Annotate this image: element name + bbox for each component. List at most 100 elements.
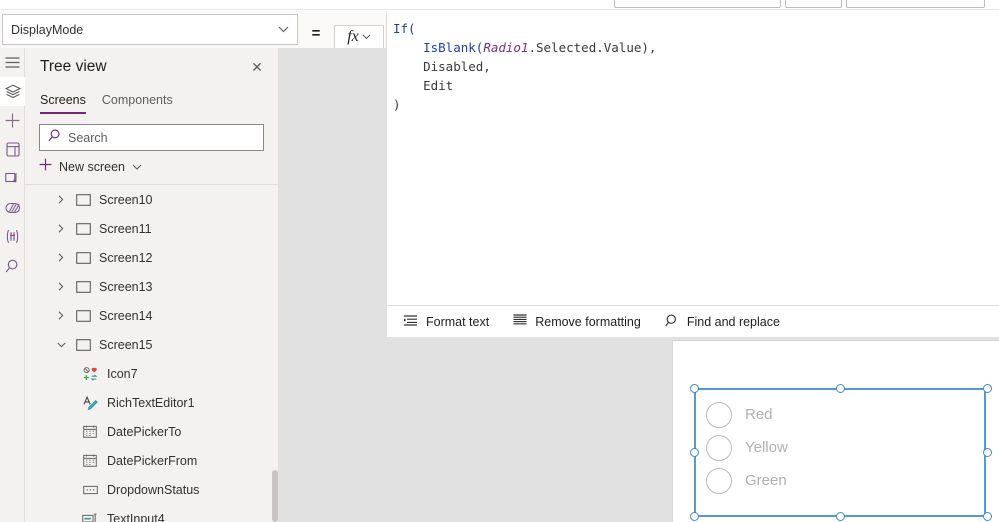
resize-handle-top-right[interactable] — [983, 384, 992, 393]
tree-view-layers-icon[interactable] — [0, 77, 25, 106]
media-icon[interactable] — [0, 164, 25, 193]
tree-view-header: Tree view ✕ — [25, 48, 278, 86]
tree-item-label: Screen14 — [99, 308, 153, 323]
screen-icon — [75, 251, 91, 264]
format-text-label: Format text — [426, 314, 490, 329]
toolbar-cutoff-button-2[interactable] — [785, 0, 842, 8]
tree-item-label: Screen10 — [99, 192, 153, 207]
tree-item-screen11[interactable]: Screen11 — [25, 214, 278, 243]
screen-icon — [75, 222, 91, 235]
tree-item-icon7[interactable]: Icon7 — [25, 359, 278, 388]
hamburger-menu-icon[interactable] — [0, 48, 25, 77]
formula-token: Radio1 — [483, 40, 529, 55]
resize-handle-top-center[interactable] — [836, 384, 845, 393]
fx-icon: fx — [347, 28, 359, 45]
tree-item-label: TextInput4 — [107, 511, 165, 522]
formula-line: ) — [393, 95, 993, 114]
new-screen-label: New screen — [59, 160, 125, 174]
formula-token: Edit — [393, 78, 454, 93]
remove-formatting-button[interactable]: Remove formatting — [513, 314, 641, 329]
search-container: Search — [25, 114, 278, 151]
tree-item-richtexteditor1[interactable]: RichTextEditor1 — [25, 388, 278, 417]
formula-token: .Selected.Value), — [528, 40, 657, 55]
tree-item-label: Screen11 — [99, 221, 152, 236]
chevron-right-icon[interactable] — [55, 253, 67, 262]
formula-editor-panel: If( IsBlank(Radio1.Selected.Value), Disa… — [386, 11, 999, 337]
data-icon[interactable] — [0, 135, 25, 164]
power-apps-studio: DisplayMode = fx Red Yellow Green If(Is… — [0, 0, 999, 522]
tree-item-label: Screen12 — [99, 250, 153, 265]
tree-item-screen12[interactable]: Screen12 — [25, 243, 278, 272]
formula-line: Disabled, — [393, 57, 993, 76]
format-text-icon — [403, 314, 418, 329]
screen-icon — [75, 193, 91, 206]
tree-item-label: DatePickerFrom — [107, 453, 198, 468]
find-replace-label: Find and replace — [686, 314, 780, 329]
calendar-icon — [82, 425, 98, 438]
toolbar-divider — [0, 9, 999, 10]
close-icon[interactable]: ✕ — [246, 56, 268, 78]
resize-handle-top-left[interactable] — [690, 384, 699, 393]
property-select[interactable]: DisplayMode — [2, 14, 298, 45]
dropdown-icon — [82, 485, 98, 495]
toolbar-cutoff-button-1[interactable] — [614, 0, 781, 8]
search-input[interactable]: Search — [39, 124, 264, 151]
chevron-right-icon[interactable] — [55, 195, 67, 204]
tree-item-datepickerto[interactable]: DatePickerTo — [25, 417, 278, 446]
tree-item-label: Icon7 — [107, 366, 138, 381]
tree-item-label: Screen15 — [99, 337, 153, 352]
resize-handle-bottom-center[interactable] — [836, 512, 845, 521]
screen-icon — [75, 338, 91, 351]
tree-view-title: Tree view — [40, 58, 107, 75]
resize-handle-middle-right[interactable] — [983, 448, 992, 457]
resize-handle-bottom-left[interactable] — [690, 512, 699, 521]
fx-button[interactable]: fx — [334, 25, 384, 49]
search-rail-icon[interactable] — [0, 251, 25, 280]
tree-item-datepickerfrom[interactable]: DatePickerFrom — [25, 446, 278, 475]
remove-formatting-label: Remove formatting — [535, 314, 641, 329]
formula-toolbar: Format text Remove formatting Find and r… — [387, 305, 999, 337]
tree-item-label: Screen13 — [99, 279, 153, 294]
chevron-right-icon[interactable] — [55, 282, 67, 291]
tree-view-panel: Tree view ✕ Screens Components Search Ne… — [25, 48, 279, 522]
tree-item-screen14[interactable]: Screen14 — [25, 301, 278, 330]
formula-token: IsBlank( — [423, 40, 484, 55]
tree-item-label: DatePickerTo — [107, 424, 182, 439]
themes-icon[interactable] — [0, 193, 25, 222]
formula-line: Edit — [393, 76, 993, 95]
plus-icon — [39, 158, 52, 176]
tree-item-label: DropdownStatus — [107, 482, 200, 497]
formula-text[interactable]: If( IsBlank(Radio1.Selected.Value), Disa… — [393, 19, 993, 114]
insert-plus-icon[interactable] — [0, 106, 25, 135]
toolbar-cutoff-button-3[interactable] — [846, 0, 985, 8]
tab-components[interactable]: Components — [102, 93, 173, 114]
remove-formatting-icon — [513, 314, 527, 329]
left-icon-rail — [0, 48, 25, 522]
tree-item-textinput4[interactable]: TextInput4 — [25, 504, 278, 522]
find-and-replace-button[interactable]: Find and replace — [665, 314, 780, 330]
chevron-down-icon[interactable] — [55, 342, 67, 348]
tab-screens[interactable]: Screens — [40, 93, 86, 114]
property-select-value: DisplayMode — [11, 22, 84, 37]
tree-item-screen15[interactable]: Screen15 — [25, 330, 278, 359]
selection-frame[interactable] — [690, 384, 992, 521]
text-input-icon — [82, 513, 98, 522]
resize-handle-bottom-right[interactable] — [983, 512, 992, 521]
tree-item-list: Screen10 Screen11 Screen12 Screen13 Screen14… — [25, 185, 278, 522]
formula-token: If( — [393, 21, 416, 36]
tree-item-screen13[interactable]: Screen13 — [25, 272, 278, 301]
new-screen-button[interactable]: New screen — [25, 151, 278, 184]
chevron-down-icon — [132, 162, 142, 173]
calendar-icon — [82, 454, 98, 467]
variables-icon[interactable] — [0, 222, 25, 251]
tree-item-dropdownstatus[interactable]: DropdownStatus — [25, 475, 278, 504]
resize-handle-middle-left[interactable] — [690, 448, 699, 457]
search-placeholder: Search — [68, 130, 108, 145]
tree-item-screen10[interactable]: Screen10 — [25, 185, 278, 214]
rich-text-editor-icon — [82, 395, 98, 410]
chevron-right-icon[interactable] — [55, 311, 67, 320]
chevron-right-icon[interactable] — [55, 224, 67, 233]
icon-control-icon — [82, 366, 98, 381]
tree-scrollbar[interactable] — [272, 470, 278, 522]
format-text-button[interactable]: Format text — [403, 314, 489, 329]
